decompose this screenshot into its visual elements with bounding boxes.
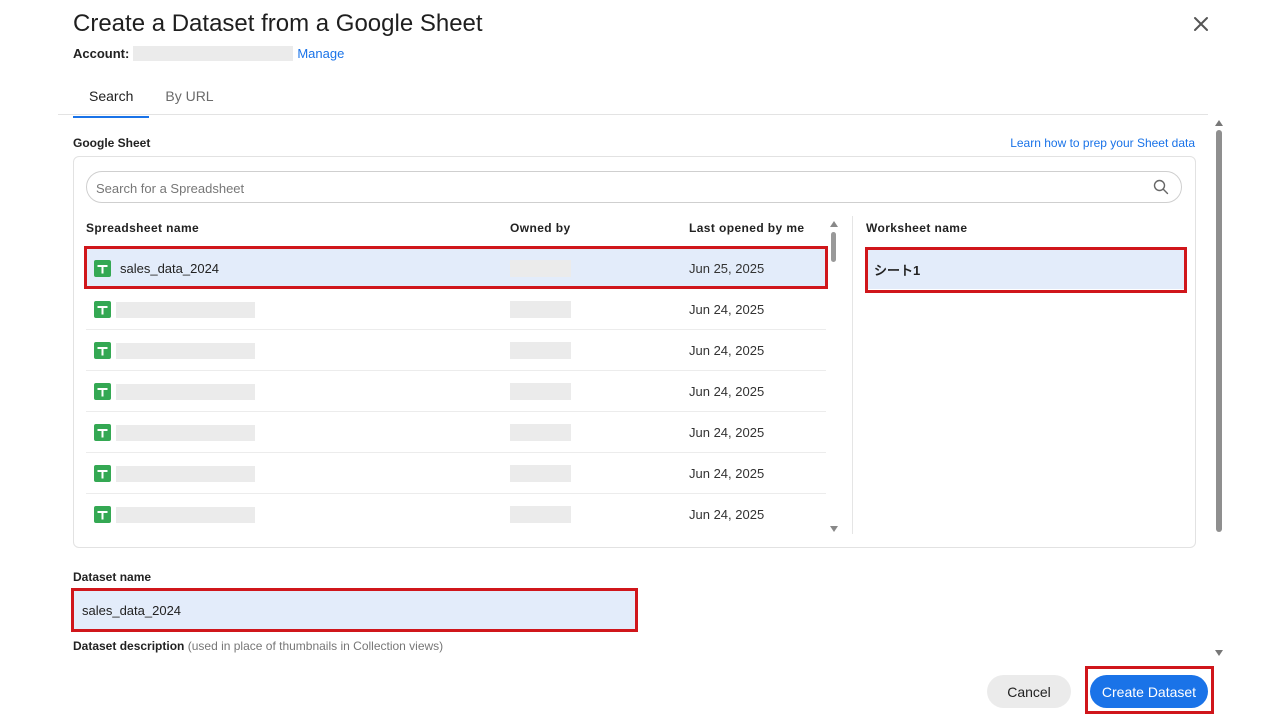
description-label-text: Dataset description bbox=[73, 639, 185, 653]
manage-link[interactable]: Manage bbox=[297, 46, 344, 61]
last-opened-date: Jun 24, 2025 bbox=[689, 302, 765, 317]
owner-redacted bbox=[510, 424, 571, 441]
owner-redacted bbox=[510, 506, 571, 523]
tab-bar: Search By URL bbox=[73, 84, 230, 118]
table-row[interactable]: Jun 24, 2025 bbox=[86, 494, 826, 535]
google-sheets-icon bbox=[94, 383, 111, 400]
create-dataset-button[interactable]: Create Dataset bbox=[1090, 675, 1208, 708]
name-redacted bbox=[116, 507, 255, 523]
account-label: Account: bbox=[73, 46, 130, 61]
col-header-worksheet: Worksheet name bbox=[866, 221, 968, 235]
google-sheet-label: Google Sheet bbox=[73, 136, 151, 150]
col-header-name[interactable]: Spreadsheet name bbox=[86, 221, 199, 235]
column-divider bbox=[852, 216, 853, 534]
scroll-up-icon[interactable] bbox=[1215, 120, 1223, 126]
owner-redacted bbox=[510, 383, 571, 400]
last-opened-date: Jun 24, 2025 bbox=[689, 343, 765, 358]
dialog-scrollbar[interactable] bbox=[1213, 118, 1225, 658]
cancel-button[interactable]: Cancel bbox=[987, 675, 1071, 708]
owner-redacted bbox=[510, 342, 571, 359]
col-header-owner[interactable]: Owned by bbox=[510, 221, 571, 235]
account-redacted bbox=[133, 46, 294, 61]
name-redacted bbox=[116, 343, 255, 359]
tab-search[interactable]: Search bbox=[73, 84, 150, 118]
owner-redacted bbox=[510, 301, 571, 318]
name-redacted bbox=[116, 302, 255, 318]
dataset-name-label: Dataset name bbox=[73, 570, 152, 584]
worksheet-name: シート1 bbox=[874, 263, 921, 278]
close-icon[interactable] bbox=[1190, 13, 1212, 35]
account-row: Account: Manage bbox=[73, 46, 344, 61]
scroll-up-icon[interactable] bbox=[830, 221, 838, 227]
last-opened-date: Jun 24, 2025 bbox=[689, 425, 765, 440]
scroll-down-icon[interactable] bbox=[830, 526, 838, 532]
tab-by-url[interactable]: By URL bbox=[149, 84, 229, 118]
search-input[interactable] bbox=[96, 178, 1136, 198]
dialog-title: Create a Dataset from a Google Sheet bbox=[73, 10, 483, 37]
last-opened-date: Jun 25, 2025 bbox=[689, 261, 765, 276]
scroll-thumb[interactable] bbox=[831, 232, 836, 262]
name-redacted bbox=[116, 425, 255, 441]
google-sheets-icon bbox=[94, 301, 111, 318]
google-sheets-icon bbox=[94, 465, 111, 482]
table-row[interactable]: Jun 24, 2025 bbox=[86, 412, 826, 453]
name-redacted bbox=[116, 384, 255, 400]
description-hint: (used in place of thumbnails in Collecti… bbox=[187, 639, 444, 653]
google-sheets-icon bbox=[94, 260, 111, 277]
google-sheets-icon bbox=[94, 506, 111, 523]
spreadsheet-list: sales_data_2024 Jun 25, 2025 Jun 24, 202… bbox=[86, 248, 826, 535]
owner-redacted bbox=[510, 260, 571, 277]
google-sheets-icon bbox=[94, 424, 111, 441]
dataset-name-input[interactable] bbox=[73, 590, 636, 630]
tabs-divider bbox=[58, 114, 1208, 115]
table-row[interactable]: Jun 24, 2025 bbox=[86, 289, 826, 330]
spreadsheet-name: sales_data_2024 bbox=[120, 261, 220, 276]
table-row[interactable]: Jun 24, 2025 bbox=[86, 371, 826, 412]
name-redacted bbox=[116, 466, 255, 482]
dataset-description-label: Dataset description (used in place of th… bbox=[73, 639, 443, 653]
table-row[interactable]: sales_data_2024 Jun 25, 2025 bbox=[86, 248, 826, 289]
table-row[interactable]: Jun 24, 2025 bbox=[86, 330, 826, 371]
table-row[interactable]: Jun 24, 2025 bbox=[86, 453, 826, 494]
last-opened-date: Jun 24, 2025 bbox=[689, 466, 765, 481]
search-icon[interactable] bbox=[1153, 179, 1169, 195]
last-opened-date: Jun 24, 2025 bbox=[689, 507, 765, 522]
spreadsheet-search bbox=[86, 171, 1182, 203]
last-opened-date: Jun 24, 2025 bbox=[689, 384, 765, 399]
worksheet-row[interactable]: シート1 bbox=[866, 248, 1186, 289]
col-header-last-opened[interactable]: Last opened by me bbox=[689, 221, 805, 235]
learn-prep-link[interactable]: Learn how to prep your Sheet data bbox=[1010, 136, 1195, 150]
google-sheets-icon bbox=[94, 342, 111, 359]
scroll-down-icon[interactable] bbox=[1215, 650, 1223, 656]
scroll-thumb[interactable] bbox=[1216, 130, 1222, 532]
owner-redacted bbox=[510, 465, 571, 482]
list-scrollbar[interactable] bbox=[829, 218, 839, 536]
